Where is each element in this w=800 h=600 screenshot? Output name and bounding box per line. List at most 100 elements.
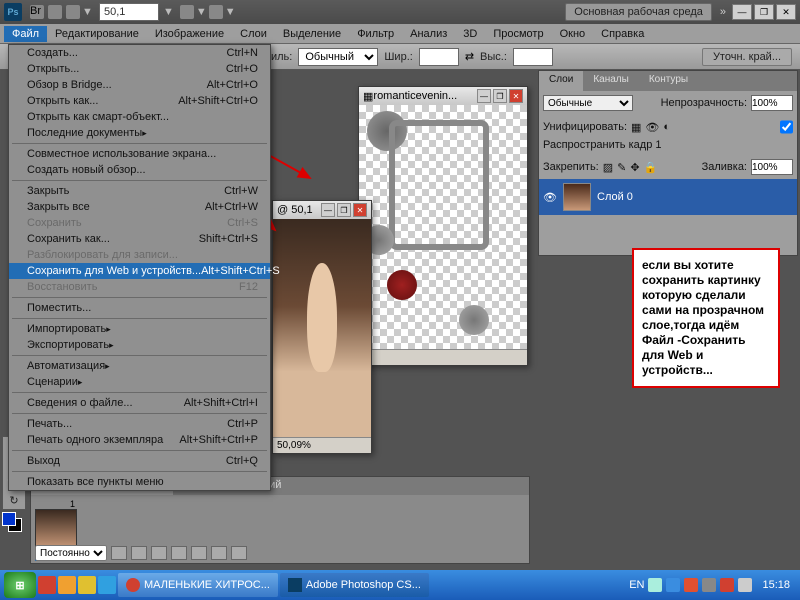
document-window-woman[interactable]: @ 50,1 — ❐ ✕ 50,09% (272, 200, 372, 454)
menu-image[interactable]: Изображение (147, 26, 232, 42)
fg-color[interactable] (2, 512, 16, 526)
taskbar-task-active[interactable]: Adobe Photoshop CS... (280, 573, 429, 597)
br-icon[interactable]: Br (30, 5, 44, 19)
tray-volume-icon[interactable] (738, 578, 752, 592)
opacity-input[interactable] (751, 95, 793, 111)
style-select[interactable]: Обычный (298, 48, 378, 66)
menu-3d[interactable]: 3D (455, 26, 485, 42)
color-swatch[interactable] (2, 512, 24, 534)
doc-close-button[interactable]: ✕ (509, 89, 523, 103)
file-menu-item[interactable]: ЗакрытьCtrl+W (9, 183, 270, 199)
menu-help[interactable]: Справка (593, 26, 652, 42)
start-button[interactable]: ⊞ (4, 572, 36, 598)
propagate-checkbox[interactable] (780, 119, 793, 135)
lang-indicator[interactable]: EN (629, 579, 644, 591)
file-menu-item[interactable]: Последние документы (9, 125, 270, 141)
arrange-icon[interactable] (209, 5, 223, 19)
play-button[interactable] (151, 546, 167, 560)
file-menu-item[interactable]: Совместное использование экрана... (9, 146, 270, 162)
menu-window[interactable]: Окно (552, 26, 594, 42)
visibility-icon[interactable]: 👁 (543, 191, 557, 204)
layer-thumbnail[interactable] (563, 183, 591, 211)
menu-file[interactable]: Файл (4, 26, 47, 42)
file-menu-item[interactable]: Создать...Ctrl+N (9, 45, 270, 61)
tray-icon[interactable] (648, 578, 662, 592)
close-button[interactable]: ✕ (776, 4, 796, 20)
file-menu-item[interactable]: Обзор в Bridge...Alt+Ctrl+O (9, 77, 270, 93)
file-menu-item[interactable]: Показать все пункты меню (9, 474, 270, 490)
file-menu-item[interactable]: Открыть как смарт-объект... (9, 109, 270, 125)
file-menu-item[interactable]: Открыть...Ctrl+O (9, 61, 270, 77)
file-menu-item[interactable]: Создать новый обзор... (9, 162, 270, 178)
lock-all-icon[interactable]: 🔒 (644, 161, 658, 174)
tray-icon[interactable] (666, 578, 680, 592)
tray-avira-icon[interactable] (720, 578, 734, 592)
file-menu-item[interactable]: Сценарии (9, 374, 270, 390)
tab-channels[interactable]: Каналы (583, 71, 639, 91)
prev-frame-button[interactable] (131, 546, 147, 560)
doc-min-button[interactable]: — (321, 203, 335, 217)
file-menu-item[interactable]: Закрыть всеAlt+Ctrl+W (9, 199, 270, 215)
file-menu-item[interactable]: Поместить... (9, 300, 270, 316)
file-menu-item[interactable]: Импортировать (9, 321, 270, 337)
menu-analysis[interactable]: Анализ (402, 26, 455, 42)
doc-titlebar[interactable]: ▦ romanticevenin... — ❐ ✕ (359, 87, 527, 105)
menu-view[interactable]: Просмотр (485, 26, 551, 42)
doc-max-button[interactable]: ❐ (493, 89, 507, 103)
view-icon[interactable] (66, 5, 80, 19)
lock-trans-icon[interactable]: ▨ (603, 161, 613, 174)
refine-edge-button[interactable]: Уточн. край... (702, 48, 792, 66)
doc-canvas[interactable] (273, 219, 371, 437)
height-input[interactable] (513, 48, 553, 66)
layer-row[interactable]: 👁 Слой 0 (539, 179, 797, 215)
zoom-field[interactable] (99, 3, 159, 21)
tab-paths[interactable]: Контуры (639, 71, 698, 91)
menu-select[interactable]: Выделение (275, 26, 349, 42)
next-frame-button[interactable] (171, 546, 187, 560)
delete-frame-button[interactable] (231, 546, 247, 560)
file-menu-item[interactable]: Печать...Ctrl+P (9, 416, 270, 432)
file-menu-item[interactable]: Автоматизация (9, 358, 270, 374)
doc-close-button[interactable]: ✕ (353, 203, 367, 217)
quicklaunch-opera-icon[interactable] (38, 576, 56, 594)
quicklaunch-folder-icon[interactable] (78, 576, 96, 594)
layer-name[interactable]: Слой 0 (597, 191, 633, 203)
menu-edit[interactable]: Редактирование (47, 26, 147, 42)
tab-layers[interactable]: Слои (539, 71, 583, 91)
tray-icon[interactable] (702, 578, 716, 592)
unify-style-icon[interactable]: ◐ (663, 121, 670, 133)
document-window-frame[interactable]: ▦ romanticevenin... — ❐ ✕ (358, 86, 528, 366)
mb-icon[interactable] (48, 5, 62, 19)
width-input[interactable] (419, 48, 459, 66)
blend-mode-select[interactable]: Обычные (543, 95, 633, 111)
fill-input[interactable] (751, 159, 793, 175)
file-menu-item[interactable]: Экспортировать (9, 337, 270, 353)
file-menu-item[interactable]: Сохранить как...Shift+Ctrl+S (9, 231, 270, 247)
file-menu-item[interactable]: Сведения о файле...Alt+Shift+Ctrl+I (9, 395, 270, 411)
minimize-button[interactable]: — (732, 4, 752, 20)
lock-move-icon[interactable]: ✥ (630, 161, 639, 174)
file-menu-item[interactable]: Сохранить для Web и устройств...Alt+Shif… (9, 263, 270, 279)
clock[interactable]: 15:18 (756, 579, 796, 591)
hand-tool-icon[interactable] (180, 5, 194, 19)
doc-canvas[interactable] (359, 105, 527, 349)
lock-paint-icon[interactable]: ✎ (617, 161, 626, 174)
quicklaunch-ie-icon[interactable] (98, 576, 116, 594)
doc-max-button[interactable]: ❐ (337, 203, 351, 217)
menu-filter[interactable]: Фильтр (349, 26, 402, 42)
file-menu-item[interactable]: Печать одного экземпляраAlt+Shift+Ctrl+P (9, 432, 270, 448)
tray-icon[interactable] (684, 578, 698, 592)
menu-layers[interactable]: Слои (232, 26, 275, 42)
duplicate-frame-button[interactable] (211, 546, 227, 560)
tween-button[interactable] (191, 546, 207, 560)
file-menu-item[interactable]: ВыходCtrl+Q (9, 453, 270, 469)
swap-icon[interactable]: ⇄ (465, 50, 474, 63)
unify-pos-icon[interactable]: ▦ (631, 121, 641, 134)
file-menu-item[interactable]: Открыть как...Alt+Shift+Ctrl+O (9, 93, 270, 109)
quicklaunch-chrome-icon[interactable] (58, 576, 76, 594)
first-frame-button[interactable] (111, 546, 127, 560)
rotate-tool-icon[interactable]: ↻ (3, 491, 25, 509)
loop-select[interactable]: Постоянно (35, 545, 107, 561)
maximize-button[interactable]: ❐ (754, 4, 774, 20)
taskbar-task[interactable]: МАЛЕНЬКИЕ ХИТРОС... (118, 573, 278, 597)
